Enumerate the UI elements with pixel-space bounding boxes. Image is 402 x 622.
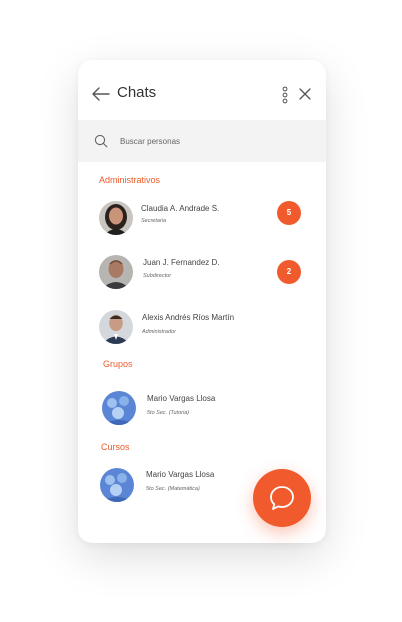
- contact-name: Alexis Andrés Ríos Martín: [142, 313, 235, 322]
- contact-role: Subdirector: [143, 273, 172, 279]
- group-avatar: [102, 391, 136, 425]
- search-input[interactable]: [120, 132, 310, 150]
- avatar: [99, 201, 133, 235]
- chat-bubble-icon: [270, 486, 294, 510]
- avatar: [99, 255, 133, 289]
- avatar: [99, 310, 133, 344]
- more-options-button[interactable]: [281, 86, 289, 104]
- vertical-dots-icon: [282, 86, 288, 104]
- contact-role: Secretaria: [141, 218, 167, 224]
- new-chat-button[interactable]: [253, 469, 311, 527]
- search-bar: [78, 120, 326, 162]
- group-item-tutoria[interactable]: Mario Vargas Llosa 5to Sec. (Tutoria): [78, 384, 326, 428]
- contact-name: Claudia A. Andrade S.: [141, 204, 220, 213]
- unread-badge: 5: [277, 201, 301, 225]
- chat-item-claudia[interactable]: Claudia A. Andrade S. Secretaria 5: [78, 195, 326, 239]
- back-button[interactable]: [92, 87, 110, 101]
- page-title: Chats: [117, 84, 157, 101]
- course-name: Mario Vargas Llosa: [146, 470, 215, 479]
- section-title-cursos: Cursos: [101, 442, 130, 452]
- contact-role: Administrador: [142, 329, 176, 335]
- arrow-left-icon: [92, 87, 110, 101]
- group-name: Mario Vargas Llosa: [147, 394, 216, 403]
- close-button[interactable]: [298, 87, 312, 101]
- group-subtitle: 5to Sec. (Tutoria): [147, 410, 190, 416]
- unread-badge: 2: [277, 260, 301, 284]
- close-icon: [299, 88, 311, 100]
- search-icon: [94, 134, 108, 148]
- chat-item-alexis[interactable]: Alexis Andrés Ríos Martín Administrador: [78, 305, 326, 349]
- section-title-grupos: Grupos: [103, 359, 133, 369]
- contact-name: Juan J. Fernandez D.: [143, 258, 220, 267]
- section-title-administrativos: Administrativos: [99, 175, 161, 185]
- course-avatar: [100, 468, 134, 502]
- course-subtitle: 5to Sec. (Matemática): [146, 486, 200, 492]
- header: Chats: [78, 60, 326, 120]
- chat-item-juan[interactable]: Juan J. Fernandez D. Subdirector 2: [78, 250, 326, 294]
